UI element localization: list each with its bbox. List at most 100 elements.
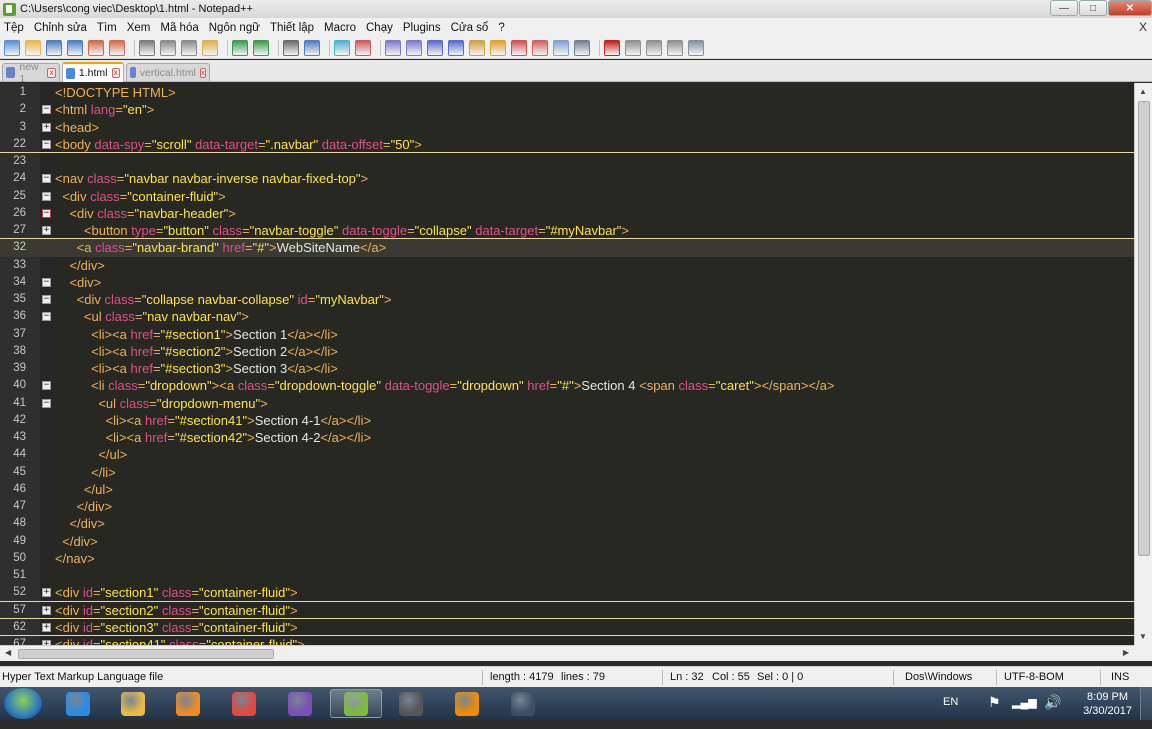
fold-collapse-icon[interactable]: −	[42, 139, 51, 149]
scroll-left-icon[interactable]: ◀	[5, 648, 11, 657]
code-line[interactable]: 24 − <nav class="navbar navbar-inverse nav…	[0, 170, 1134, 187]
code-line[interactable]: 1 <!DOCTYPE HTML>	[0, 84, 1134, 101]
fold-collapse-icon[interactable]: −	[42, 295, 51, 304]
code-line[interactable]: 23	[0, 153, 1134, 170]
code-line[interactable]: 42 <li><a href="#section41">Section 4-1<…	[0, 412, 1134, 429]
code-editor[interactable]: 1 <!DOCTYPE HTML> 2− <html lang="en"> 3 + <hea…	[0, 83, 1152, 645]
stop-macro-icon[interactable]	[625, 39, 641, 56]
fold-collapse-icon[interactable]: −	[42, 312, 51, 322]
horizontal-scrollbar[interactable]: ◀ ▶	[0, 645, 1134, 661]
replace-icon[interactable]	[304, 39, 320, 56]
code-line[interactable]: 41 − <ul class="dropdown-menu">	[0, 395, 1134, 412]
close-document-button[interactable]: X	[1139, 20, 1147, 34]
tab-vertical-html[interactable]: vertical.html x	[126, 63, 210, 81]
menu-file[interactable]: Tệp	[0, 22, 29, 34]
code-line[interactable]: 45 </li>	[0, 464, 1134, 481]
taskbar-app[interactable]	[107, 689, 159, 718]
menu-run[interactable]: Chạy	[361, 22, 398, 34]
redo-icon[interactable]	[253, 39, 269, 56]
scroll-up-icon[interactable]: ▲	[1139, 87, 1147, 96]
fold-expand-icon[interactable]: +	[42, 605, 51, 615]
menu-settings[interactable]: Thiết lập	[265, 22, 319, 34]
sync-h-icon[interactable]	[406, 39, 422, 56]
save-macro-icon[interactable]	[688, 39, 704, 56]
code-line[interactable]: 48 </div>	[0, 515, 1134, 532]
code-line[interactable]: 32 <a class="navbar-brand" href="#">WebS…	[0, 239, 1134, 257]
taskbar-app[interactable]	[330, 689, 382, 718]
vertical-scroll-thumb[interactable]	[1138, 101, 1150, 556]
function-list-icon[interactable]	[511, 39, 527, 56]
tab-1-html[interactable]: 1.html x	[62, 62, 124, 82]
close-window-button[interactable]: ✕	[1108, 0, 1152, 16]
volume-icon[interactable]: 🔊	[1044, 694, 1061, 727]
code-line[interactable]: 39 <li><a href="#section3">Section 3</a>…	[0, 360, 1134, 377]
code-line[interactable]: 67 + <div id="section41" class="container-…	[0, 636, 1134, 645]
close-all-icon[interactable]	[109, 39, 125, 56]
fold-collapse-icon[interactable]: −	[42, 277, 51, 287]
code-line[interactable]: 62 + <div id="section3" class="container-f…	[0, 619, 1134, 636]
fold-expand-icon[interactable]: +	[42, 588, 51, 598]
taskbar-app[interactable]	[274, 689, 326, 718]
cut-icon[interactable]	[160, 39, 176, 56]
show-desktop-button[interactable]	[1140, 687, 1152, 720]
code-lines[interactable]: 1 <!DOCTYPE HTML> 2− <html lang="en"> 3 + <hea…	[0, 84, 1134, 645]
menu-language[interactable]: Ngôn ngữ	[204, 22, 265, 34]
code-line[interactable]: 3 + <head>	[0, 119, 1134, 136]
fold-collapse-icon[interactable]: −	[42, 381, 51, 391]
code-line[interactable]: 46 </ul>	[0, 481, 1134, 498]
system-clock[interactable]: 8:09 PM 3/30/2017	[1083, 690, 1132, 718]
fold-expand-icon[interactable]: +	[42, 226, 51, 235]
fold-expand-icon[interactable]: +	[42, 122, 51, 132]
tab-close-icon[interactable]: x	[199, 67, 206, 78]
code-line[interactable]: 40 − <li class="dropdown"><a class="dropd…	[0, 377, 1134, 394]
code-line[interactable]: 26 − <div class="navbar-header">	[0, 205, 1134, 222]
code-line[interactable]: 47 </div>	[0, 498, 1134, 515]
menu-window[interactable]: Cửa sổ	[446, 22, 494, 34]
paste-icon[interactable]	[202, 39, 218, 56]
menu-macro[interactable]: Macro	[319, 22, 361, 34]
taskbar-app[interactable]	[441, 689, 493, 718]
vertical-scrollbar[interactable]: ▲ ▼	[1134, 83, 1152, 645]
run-macro-multiple-icon[interactable]	[667, 39, 683, 56]
menu-view[interactable]: Xem	[122, 22, 156, 34]
fold-expand-icon[interactable]: +	[42, 622, 51, 632]
folder-icon[interactable]	[490, 39, 506, 56]
open-file-icon[interactable]	[25, 39, 41, 56]
doc-map-icon[interactable]	[532, 39, 548, 56]
code-line[interactable]: 22 − <body data-spy="scroll" data-target="…	[0, 136, 1134, 153]
menu-search[interactable]: Tìm	[92, 22, 122, 34]
copy-icon[interactable]	[181, 39, 197, 56]
tab-close-icon[interactable]: x	[111, 68, 120, 78]
start-button[interactable]	[4, 688, 42, 719]
record-macro-icon[interactable]	[604, 39, 620, 56]
horizontal-scroll-thumb[interactable]	[18, 649, 274, 659]
taskbar-app[interactable]	[497, 689, 549, 718]
play-macro-icon[interactable]	[646, 39, 662, 56]
code-line[interactable]: 35 − <div class="collapse navbar-collapse…	[0, 291, 1134, 308]
code-line[interactable]: 52 + <div id="section1" class="container-f…	[0, 584, 1134, 602]
scroll-right-icon[interactable]: ▶	[1123, 648, 1129, 657]
panel-icon[interactable]	[553, 39, 569, 56]
restore-button[interactable]: □	[1079, 0, 1107, 16]
menu-encoding[interactable]: Mã hóa	[155, 22, 203, 34]
indent-guide-icon[interactable]	[469, 39, 485, 56]
code-line[interactable]: 49 </div>	[0, 533, 1134, 550]
taskbar-app[interactable]	[385, 689, 437, 718]
fold-collapse-icon[interactable]: −	[42, 398, 51, 408]
minimize-button[interactable]: —	[1050, 0, 1078, 16]
code-line[interactable]: 51	[0, 567, 1134, 584]
code-line[interactable]: 44 </ul>	[0, 446, 1134, 463]
fold-collapse-icon[interactable]: −	[42, 208, 51, 218]
word-wrap-icon[interactable]	[427, 39, 443, 56]
taskbar-app[interactable]	[162, 689, 214, 718]
code-line[interactable]: 57 + <div id="section2" class="container-f…	[0, 602, 1134, 619]
code-line[interactable]: 43 <li><a href="#section42">Section 4-2<…	[0, 429, 1134, 446]
sync-v-icon[interactable]	[385, 39, 401, 56]
zoom-out-icon[interactable]	[355, 39, 371, 56]
code-line[interactable]: 38 <li><a href="#section2">Section 2</a>…	[0, 343, 1134, 360]
scroll-down-icon[interactable]: ▼	[1139, 632, 1147, 641]
code-line[interactable]: 33 </div>	[0, 257, 1134, 274]
new-file-icon[interactable]	[4, 39, 20, 56]
menu-edit[interactable]: Chỉnh sửa	[29, 22, 92, 34]
network-icon[interactable]: ▂▄▆	[1012, 696, 1037, 729]
